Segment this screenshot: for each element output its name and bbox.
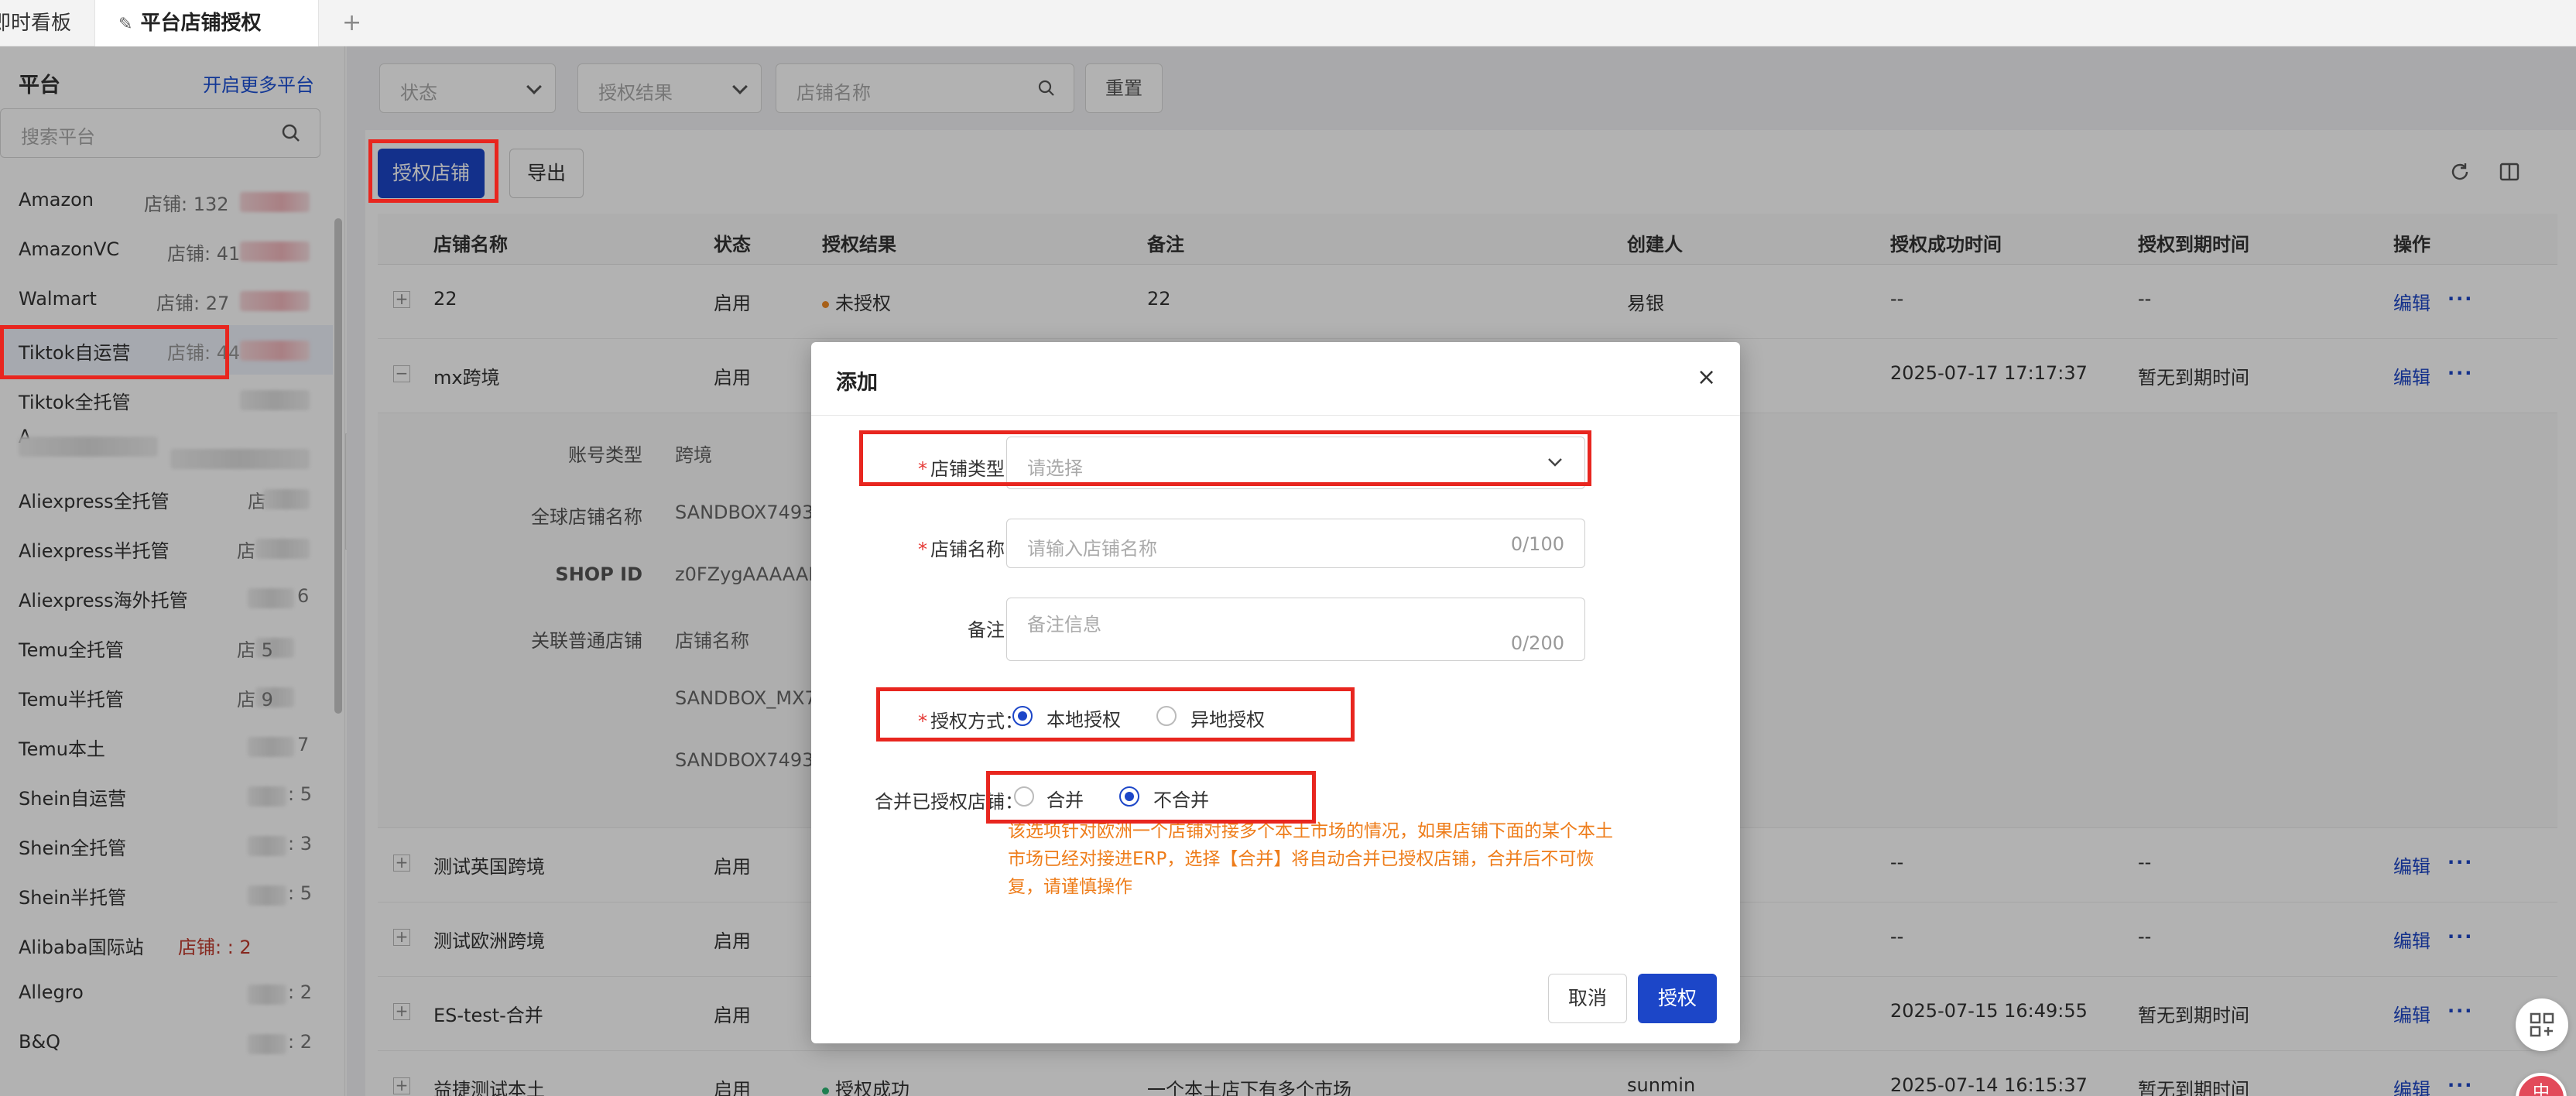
merge-warning-text: 该选项针对欧洲一个店铺对接多个本土市场的情况，如果店铺下面的某个本土市场已经对接…	[1008, 821, 1613, 897]
shop-name-input[interactable]: 请输入店铺名称 0/100	[1006, 519, 1585, 568]
merge-yes-label[interactable]: 合并	[1046, 785, 1084, 812]
no-merge-radio[interactable]	[1119, 786, 1139, 807]
chevron-down-icon	[1546, 453, 1564, 476]
local-auth-label[interactable]: 本地授权	[1046, 704, 1121, 731]
shop-type-placeholder: 请选择	[1027, 457, 1083, 479]
pin-icon[interactable]: ✎	[118, 15, 132, 34]
grid-icon	[2530, 1012, 2554, 1037]
shop-type-select[interactable]: 请选择	[1006, 437, 1585, 489]
merge-label: 合并已授权店铺：	[875, 791, 1023, 813]
tab-bar: 即时看板 ✎ 平台店铺授权 +	[0, 0, 2576, 46]
dialog-divider	[811, 415, 1740, 416]
auth-method-label-text: 授权方式：	[930, 711, 1023, 732]
add-shop-dialog: 添加 × * 店铺类型： 请选择 * 店铺名称： 请输入店铺名称 0/100 备注：…	[811, 342, 1740, 1043]
shop-name-label: * 店铺名称：	[858, 534, 1023, 561]
add-tab-button[interactable]: +	[342, 0, 373, 46]
auth-method-label: * 授权方式：	[858, 706, 1023, 733]
highlight-merge-option	[986, 771, 1316, 824]
char-counter: 0/200	[1510, 632, 1564, 654]
note-placeholder: 备注信息	[1027, 614, 1101, 635]
merge-no-label[interactable]: 不合并	[1153, 785, 1209, 812]
note-textarea[interactable]: 备注信息 0/200	[1006, 598, 1585, 661]
merge-radio[interactable]	[1014, 786, 1034, 807]
dialog-title: 添加	[836, 371, 878, 395]
remote-auth-radio[interactable]	[1156, 706, 1177, 726]
close-icon[interactable]: ×	[1697, 364, 1716, 391]
required-mark: *	[918, 711, 927, 732]
shop-type-label: * 店铺类型：	[858, 454, 1023, 481]
authorize-button[interactable]: 授权	[1638, 974, 1717, 1023]
apps-grid-button[interactable]	[2516, 998, 2568, 1051]
local-auth-radio[interactable]	[1012, 706, 1033, 726]
required-mark: *	[918, 458, 927, 480]
note-label: 备注：	[968, 619, 1023, 641]
remote-auth-label[interactable]: 异地授权	[1190, 704, 1265, 731]
tab-platform-shop-auth[interactable]: ✎ 平台店铺授权	[94, 0, 319, 46]
shop-name-placeholder: 请输入店铺名称	[1027, 538, 1157, 560]
tab-dashboard[interactable]: 即时看板	[0, 0, 94, 46]
cancel-button[interactable]: 取消	[1548, 974, 1627, 1023]
tab-label: 平台店铺授权	[140, 12, 262, 35]
char-counter: 0/100	[1510, 533, 1564, 555]
required-mark: *	[918, 539, 927, 560]
